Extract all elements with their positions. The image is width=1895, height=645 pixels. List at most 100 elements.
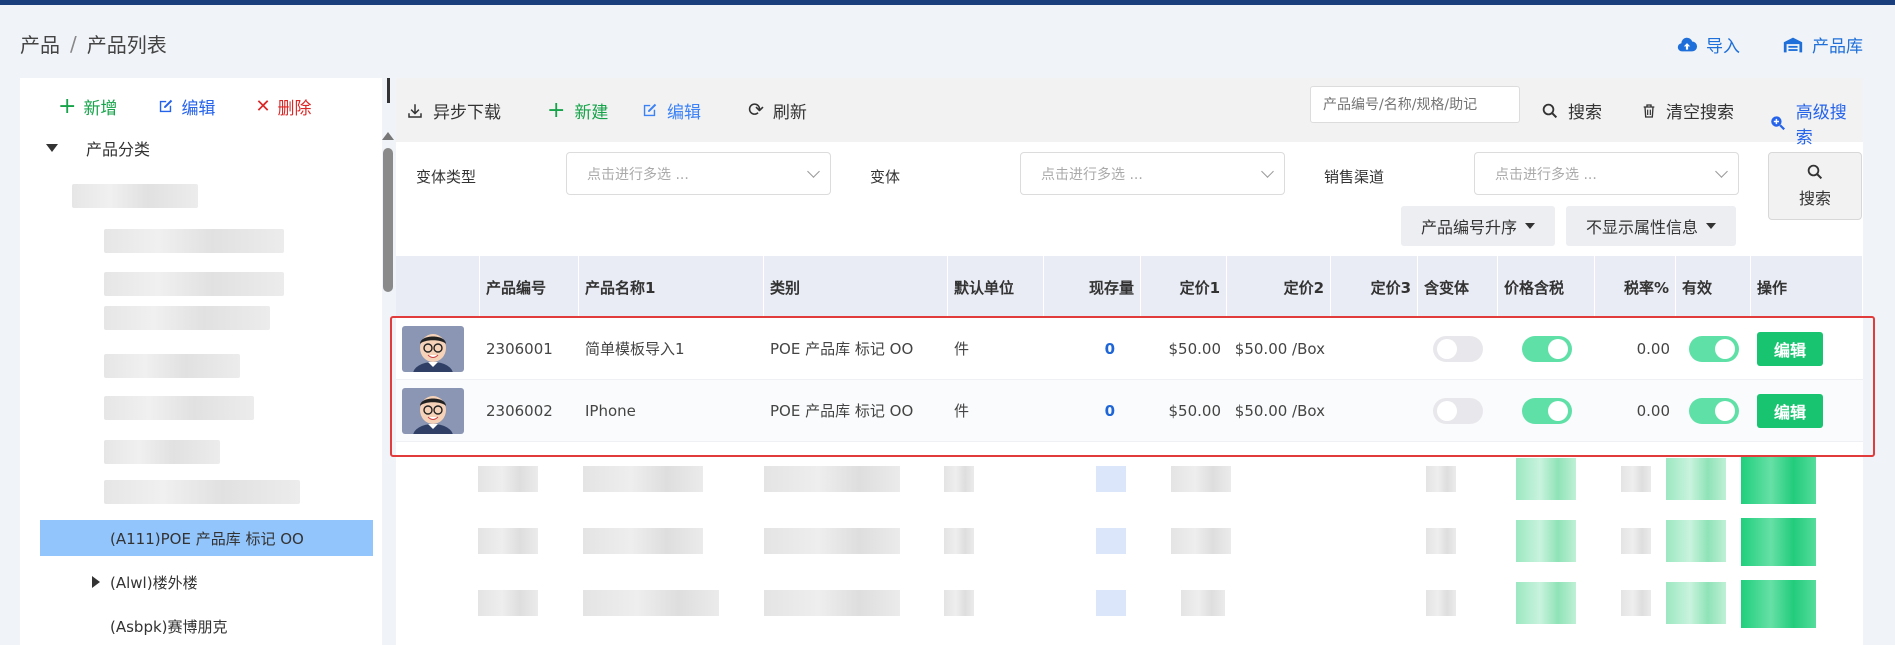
async-download-button[interactable]: 异步下载 (406, 98, 501, 123)
tree-node-label: (A111)POE 产品库 标记 OO (110, 529, 304, 548)
stock-link[interactable]: 0 (1105, 402, 1115, 420)
scroll-up-icon[interactable] (382, 132, 394, 140)
variant-label: 变体 (870, 168, 901, 186)
variant-type-select[interactable]: 点击进行多选 ... (566, 152, 831, 195)
header-code[interactable]: 产品编号 (480, 256, 579, 318)
row-edit-button[interactable]: 编辑 (1757, 393, 1823, 428)
header-price2[interactable]: 定价2 (1227, 256, 1331, 318)
import-button[interactable]: 导入 (1676, 32, 1740, 57)
search-button[interactable]: 搜索 (1541, 98, 1602, 123)
tree-node[interactable]: (Alwl)楼外楼 (40, 564, 373, 600)
price1-cell: $50.00 (1168, 401, 1222, 420)
valid-toggle[interactable] (1688, 335, 1739, 362)
tree-root[interactable]: 产品分类 (46, 136, 150, 160)
toggle-knob (1437, 338, 1457, 359)
zoom-in-icon (1771, 116, 1785, 131)
blurred-tree-node (104, 272, 284, 296)
header-unit[interactable]: 默认单位 (948, 256, 1044, 318)
product-library-button[interactable]: 产品库 (1782, 32, 1863, 57)
price2-cell: $50.00 /Box (1234, 339, 1325, 358)
tree-root-label: 产品分类 (86, 140, 151, 159)
breadcrumb-root[interactable]: 产品 (20, 29, 60, 58)
header-action: 操作 (1751, 256, 1863, 318)
table-row[interactable]: 2306002 IPhone POE 产品库 标记 OO 件 0 $50.00 … (396, 380, 1863, 442)
cloud-upload-icon (1677, 37, 1698, 51)
toggle-knob (1547, 400, 1568, 421)
product-image-cell (396, 318, 480, 380)
header-tax-rate[interactable]: 税率% (1595, 256, 1676, 318)
panel-resize-handle[interactable] (387, 78, 390, 103)
blurred-tree-node (104, 480, 300, 504)
header-name[interactable]: 产品名称1 (579, 256, 764, 318)
caret-right-icon[interactable] (92, 576, 100, 588)
edit-category-button[interactable]: 编辑 (157, 94, 215, 119)
tax-rate-cell: 0.00 (1636, 339, 1670, 358)
close-icon: ✕ (255, 95, 271, 117)
sales-channel-label: 销售渠道 (1324, 168, 1385, 186)
name-cell: IPhone (585, 401, 636, 420)
chevron-down-icon (807, 165, 820, 178)
search-icon (1542, 103, 1558, 118)
filter-search-button[interactable]: 搜索 (1768, 152, 1862, 220)
price2-cell: $50.00 /Box (1234, 401, 1325, 420)
blurred-tree-node (104, 306, 270, 330)
header-price3[interactable]: 定价3 (1331, 256, 1418, 318)
search-input[interactable] (1310, 86, 1520, 123)
header-valid[interactable]: 有效 (1676, 256, 1751, 318)
advanced-search-button[interactable]: 高级搜索 (1769, 98, 1863, 148)
search-label: 搜索 (1568, 103, 1602, 123)
tree-scrollbar[interactable] (377, 78, 395, 645)
chevron-down-icon (1261, 165, 1274, 178)
header-tax-included[interactable]: 价格含税 (1498, 256, 1595, 318)
product-image-cell (396, 380, 480, 442)
header-category[interactable]: 类别 (764, 256, 948, 318)
edit-product-button[interactable]: 编辑 (641, 98, 701, 123)
unit-cell: 件 (954, 402, 970, 420)
attribute-dropdown[interactable]: 不显示属性信息 (1566, 206, 1737, 246)
add-category-label: 新增 (83, 99, 118, 119)
sales-channel-select[interactable]: 点击进行多选 ... (1474, 152, 1739, 195)
edit-icon (643, 103, 657, 117)
blurred-table-row (396, 510, 1863, 572)
has-variant-toggle[interactable] (1433, 397, 1483, 424)
clear-search-button[interactable]: 清空搜索 (1641, 98, 1734, 123)
advanced-search-label: 高级搜索 (1795, 103, 1847, 148)
delete-category-button[interactable]: ✕ 删除 (255, 94, 311, 119)
header-has-variant[interactable]: 含变体 (1418, 256, 1498, 318)
header-price1[interactable]: 定价1 (1141, 256, 1227, 318)
tax-included-toggle[interactable] (1521, 397, 1572, 424)
tree-node-selected[interactable]: (A111)POE 产品库 标记 OO (40, 520, 373, 556)
has-variant-toggle[interactable] (1433, 335, 1483, 362)
product-list-panel: 异步下载 + 新建 编辑 ⟳ 刷新 搜索 清空搜索 高级搜索 变体类型 点击进行… (396, 78, 1863, 645)
code-cell: 2306002 (486, 401, 553, 420)
table-header: 产品编号 产品名称1 类别 默认单位 现存量 定价1 定价2 定价3 含变体 价… (396, 256, 1863, 318)
tax-included-toggle[interactable] (1521, 335, 1572, 362)
warehouse-icon (1783, 37, 1803, 52)
filter-search-label: 搜索 (1798, 189, 1831, 208)
tree-node-label: (Alwl)楼外楼 (110, 573, 198, 592)
new-product-button[interactable]: + 新建 (547, 98, 608, 123)
sort-dropdown[interactable]: 产品编号升序 (1401, 206, 1556, 246)
variant-type-label: 变体类型 (416, 168, 477, 186)
caret-down-icon[interactable] (46, 144, 58, 152)
trash-icon (1643, 103, 1655, 118)
async-download-label: 异步下载 (433, 103, 501, 123)
product-avatar-image (402, 387, 464, 434)
header-stock[interactable]: 现存量 (1044, 256, 1141, 318)
table-row[interactable]: 2306001 简单模板导入1 POE 产品库 标记 OO 件 0 $50.00… (396, 318, 1863, 380)
category-cell: POE 产品库 标记 OO (770, 402, 914, 420)
attribute-label: 不显示属性信息 (1586, 218, 1699, 237)
stock-link[interactable]: 0 (1105, 340, 1115, 358)
unit-cell: 件 (954, 340, 970, 358)
refresh-button[interactable]: ⟳ 刷新 (748, 98, 807, 124)
select-placeholder: 点击进行多选 ... (587, 166, 689, 183)
scroll-thumb[interactable] (383, 148, 393, 292)
variant-select[interactable]: 点击进行多选 ... (1020, 152, 1285, 195)
top-bar (0, 0, 1895, 5)
valid-toggle[interactable] (1688, 397, 1739, 424)
product-avatar-image (402, 325, 464, 372)
category-cell: POE 产品库 标记 OO (770, 340, 914, 358)
row-edit-button[interactable]: 编辑 (1757, 331, 1823, 366)
tree-node[interactable]: (Asbpk)赛博朋克 (40, 608, 373, 644)
add-category-button[interactable]: + 新增 (58, 94, 117, 119)
